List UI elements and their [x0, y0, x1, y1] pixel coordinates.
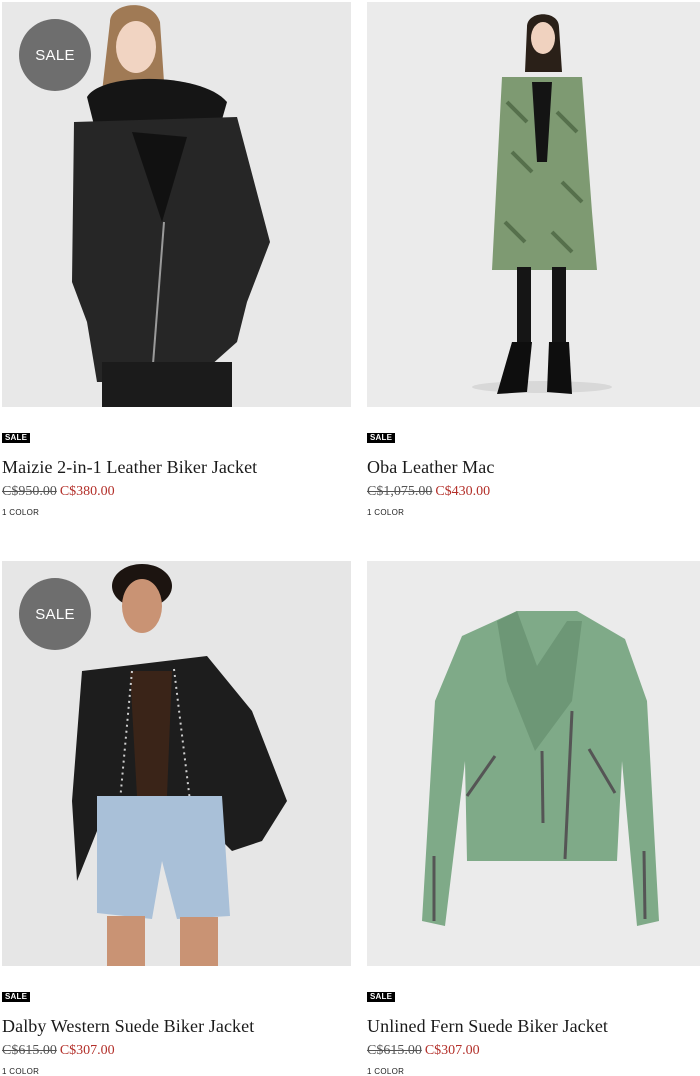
product-name[interactable]: Maizie 2-in-1 Leather Biker Jacket: [2, 457, 257, 478]
product-card[interactable]: SALE SALE Maizie 2-in-1 Leather Biker Ja…: [2, 2, 352, 517]
original-price: C$1,075.00: [367, 484, 433, 499]
product-image[interactable]: SALE: [2, 561, 351, 966]
original-price: C$615.00: [367, 1043, 422, 1058]
original-price: C$615.00: [2, 1043, 57, 1058]
sale-price: C$307.00: [424, 1043, 480, 1058]
product-image[interactable]: SALE: [2, 2, 351, 407]
sale-overlay-badge: SALE: [19, 19, 91, 91]
price-row: C$1,075.00 C$430.00: [367, 484, 490, 500]
price-row: C$950.00 C$380.00: [2, 484, 115, 500]
color-count[interactable]: 1 COLOR: [2, 1067, 39, 1076]
green-snake-coat-photo: [367, 2, 700, 407]
product-card[interactable]: SALE Oba Leather Mac C$1,075.00 C$430.00 …: [367, 2, 700, 517]
product-image[interactable]: [367, 561, 700, 966]
sale-tag: SALE: [2, 433, 31, 443]
green-suede-biker-jacket-photo: [367, 561, 700, 966]
product-name[interactable]: Unlined Fern Suede Biker Jacket: [367, 1016, 608, 1037]
sale-tag: SALE: [367, 433, 396, 443]
sale-tag: SALE: [2, 992, 31, 1002]
sale-price: C$380.00: [59, 484, 115, 499]
sale-price: C$430.00: [435, 484, 491, 499]
color-count[interactable]: 1 COLOR: [2, 508, 39, 517]
sale-tag: SALE: [367, 992, 396, 1002]
sale-overlay-badge: SALE: [19, 578, 91, 650]
product-card[interactable]: SALE Unlined Fern Suede Biker Jacket C$6…: [367, 561, 700, 1076]
product-card[interactable]: SALE SALE Dalby Western Suede Biker Jack…: [2, 561, 352, 1076]
price-row: C$615.00 C$307.00: [367, 1043, 480, 1059]
color-count[interactable]: 1 COLOR: [367, 508, 404, 517]
product-name[interactable]: Oba Leather Mac: [367, 457, 494, 478]
sale-price: C$307.00: [59, 1043, 115, 1058]
product-name[interactable]: Dalby Western Suede Biker Jacket: [2, 1016, 254, 1037]
price-row: C$615.00 C$307.00: [2, 1043, 115, 1059]
original-price: C$950.00: [2, 484, 57, 499]
color-count[interactable]: 1 COLOR: [367, 1067, 404, 1076]
product-image[interactable]: [367, 2, 700, 407]
